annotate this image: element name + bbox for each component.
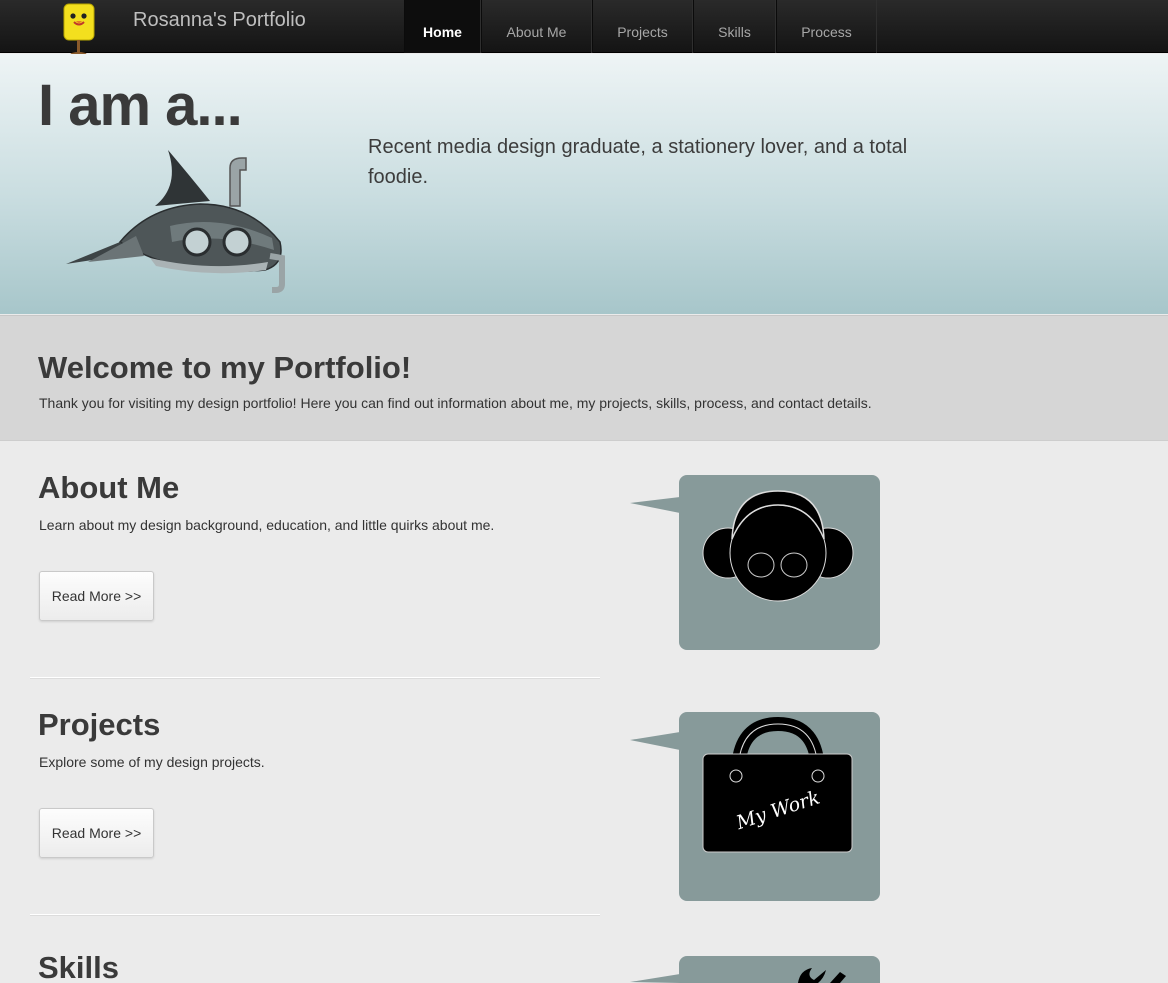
about-me-title: About Me <box>38 470 180 505</box>
about-me-face-icon[interactable] <box>630 475 880 651</box>
projects-title: Projects <box>38 707 161 742</box>
about-me-read-more-button[interactable]: Read More >> <box>39 571 154 621</box>
welcome-text: Thank you for visiting my design portfol… <box>39 395 872 411</box>
welcome-title: Welcome to my Portfolio! <box>38 350 412 385</box>
welcome-section: Welcome to my Portfolio! Thank you for v… <box>0 315 1168 441</box>
section-divider <box>30 914 600 916</box>
skills-section: Skills <box>0 950 1168 983</box>
projects-read-more-button[interactable]: Read More >> <box>39 808 154 858</box>
hero-tagline: Recent media design graduate, a statione… <box>368 136 908 188</box>
about-me-section: About Me Learn about my design backgroun… <box>0 470 1168 680</box>
hero-banner: I am a... Recent media design graduate, … <box>0 54 1168 314</box>
nav-home[interactable]: Home <box>404 0 481 53</box>
top-navbar: Rosanna's Portfolio Home About Me Projec… <box>0 0 1168 56</box>
nav-projects[interactable]: Projects <box>592 0 693 53</box>
submarine-illustration <box>66 150 285 293</box>
hero-title: I am a... <box>38 73 243 138</box>
about-me-text: Learn about my design background, educat… <box>39 517 495 533</box>
nav-process[interactable]: Process <box>776 0 877 53</box>
nav-skills[interactable]: Skills <box>693 0 776 53</box>
skills-title: Skills <box>38 950 119 983</box>
skills-tools-icon[interactable] <box>630 956 880 983</box>
my-work-sign-icon[interactable]: My Work <box>630 712 880 902</box>
chick-logo-icon[interactable] <box>62 2 96 58</box>
section-divider <box>30 677 600 679</box>
projects-section: Projects Explore some of my design proje… <box>0 707 1168 917</box>
projects-text: Explore some of my design projects. <box>39 754 265 770</box>
main-nav: Home About Me Projects Skills Process <box>404 0 877 53</box>
brand-link[interactable]: Rosanna's Portfolio <box>133 9 306 32</box>
nav-about-me[interactable]: About Me <box>481 0 592 53</box>
